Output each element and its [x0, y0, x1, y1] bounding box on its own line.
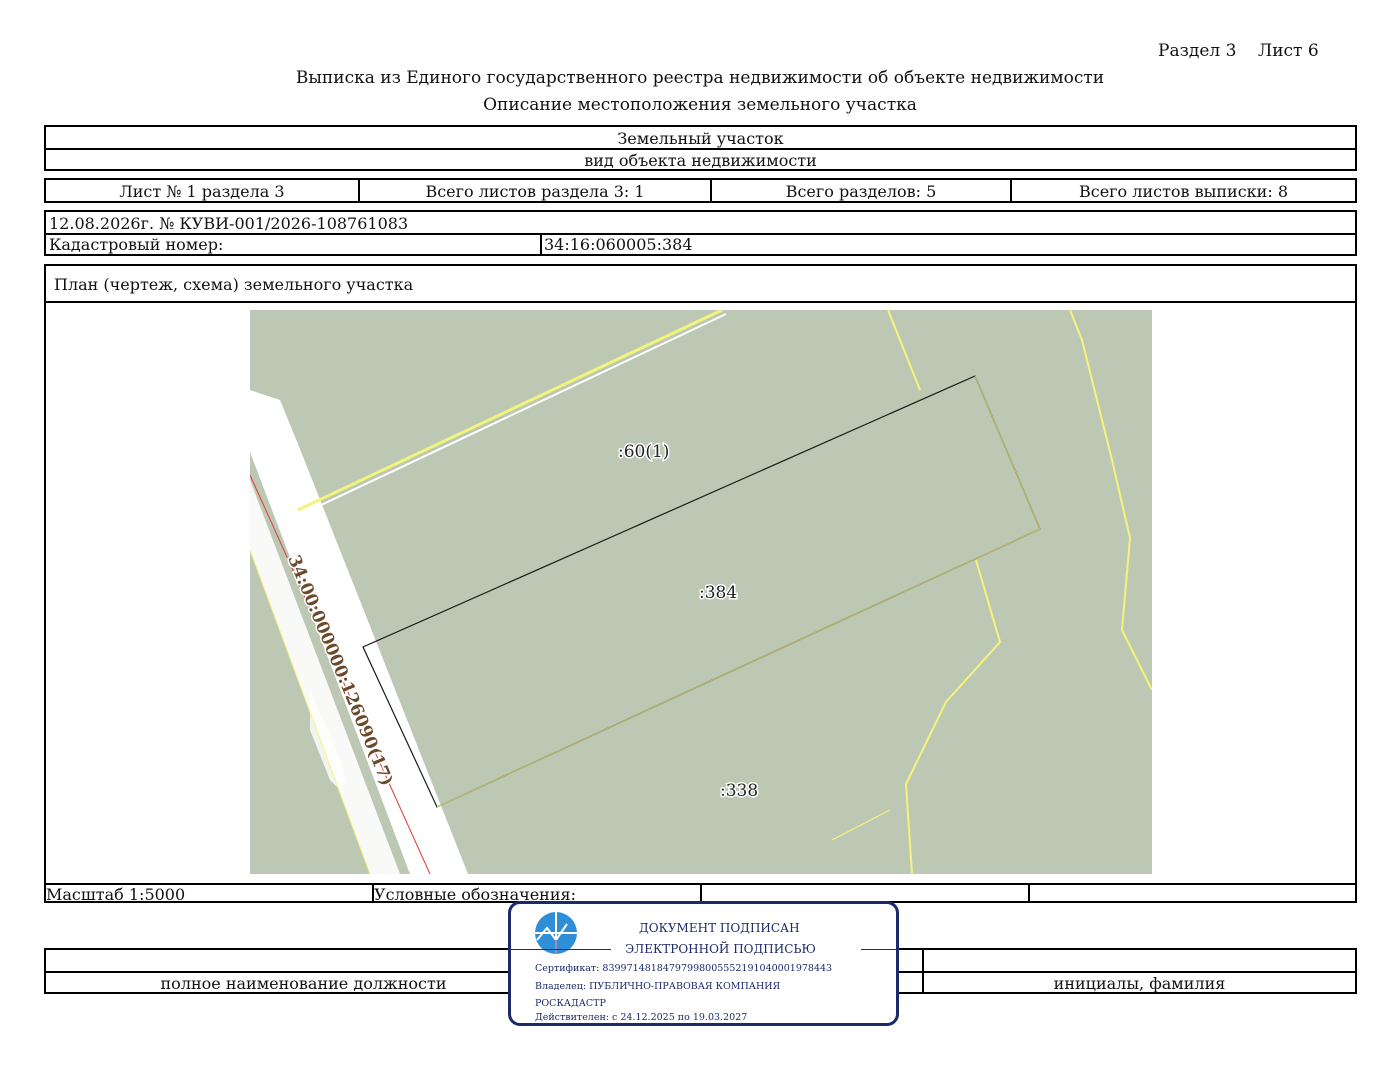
parcel-label-338: :338 [720, 781, 758, 801]
divider [46, 148, 1355, 150]
boundary-line [831, 809, 891, 841]
divider [46, 301, 1355, 303]
e-signature-stamp: ДОКУМЕНТ ПОДПИСАН ЭЛЕКТРОННОЙ ПОДПИСЬЮ С… [508, 901, 899, 1026]
divider [700, 883, 702, 901]
stamp-certificate: Сертификат: 8399714818479799800555219104… [535, 963, 833, 974]
sheets-info-row: Лист № 1 раздела 3 Всего листов раздела … [44, 178, 1357, 203]
boundary-line [301, 313, 727, 515]
boundary-line [887, 310, 921, 391]
cadastral-number-label: Кадастровый номер: [49, 235, 224, 254]
stamp-owner-name: РОСКАДАСТР [535, 998, 606, 1009]
document-title: Выписка из Единого государственного реес… [295, 68, 1105, 88]
object-kind-caption: вид объекта недвижимости [584, 151, 817, 170]
boundary-line [1069, 310, 1152, 691]
document-subtitle: Описание местоположения земельного участ… [483, 95, 917, 115]
divider [46, 233, 1355, 235]
position-caption: полное наименование должности [160, 974, 447, 993]
target-parcel-highlight [436, 375, 1041, 808]
map-scale: Масштаб 1:5000 [46, 885, 186, 904]
divider [540, 233, 542, 254]
stamp-validity: Действителен: с 24.12.2025 по 19.03.2027 [535, 1012, 748, 1023]
section-sheet-number: Раздел 3 Лист 6 [1158, 41, 1319, 61]
sheet-number: Лист № 1 раздела 3 [119, 182, 285, 201]
initials-caption: инициалы, фамилия [1053, 974, 1226, 993]
record-date-number: 12.08.2026г. № КУВИ-001/2026-108761083 [49, 214, 409, 233]
divider [1028, 883, 1030, 901]
parcel-map: :60(1) :384 :338 34:00:000000:126090(17) [250, 310, 1152, 874]
stamp-divider [861, 949, 899, 950]
parcel-map-drawing: :60(1) :384 :338 34:00:000000:126090(17) [250, 310, 1152, 874]
stamp-owner: Владелец: ПУБЛИЧНО-ПРАВОВАЯ КОМПАНИЯ [535, 981, 781, 992]
cadastral-number-value: 34:16:060005:384 [544, 235, 693, 254]
stamp-line2: ЭЛЕКТРОННОЙ ПОДПИСЬЮ [625, 942, 816, 956]
parcel-label-60: :60(1) [618, 442, 669, 462]
stamp-divider [511, 949, 611, 950]
boundary-line [904, 559, 1002, 874]
parcel-label-384: :384 [699, 583, 737, 603]
record-table: 12.08.2026г. № КУВИ-001/2026-108761083 К… [44, 210, 1357, 256]
total-extract-sheets: Всего листов выписки: 8 [1078, 182, 1288, 201]
object-type-table: Земельный участок вид объекта недвижимос… [44, 125, 1357, 171]
total-section-sheets: Всего листов раздела 3: 1 [425, 182, 645, 201]
stamp-line1: ДОКУМЕНТ ПОДПИСАН [639, 921, 800, 935]
boundary-line [297, 310, 723, 512]
plan-title: План (чертеж, схема) земельного участка [54, 275, 414, 294]
object-name: Земельный участок [617, 129, 784, 148]
total-sections: Всего разделов: 5 [785, 182, 937, 201]
